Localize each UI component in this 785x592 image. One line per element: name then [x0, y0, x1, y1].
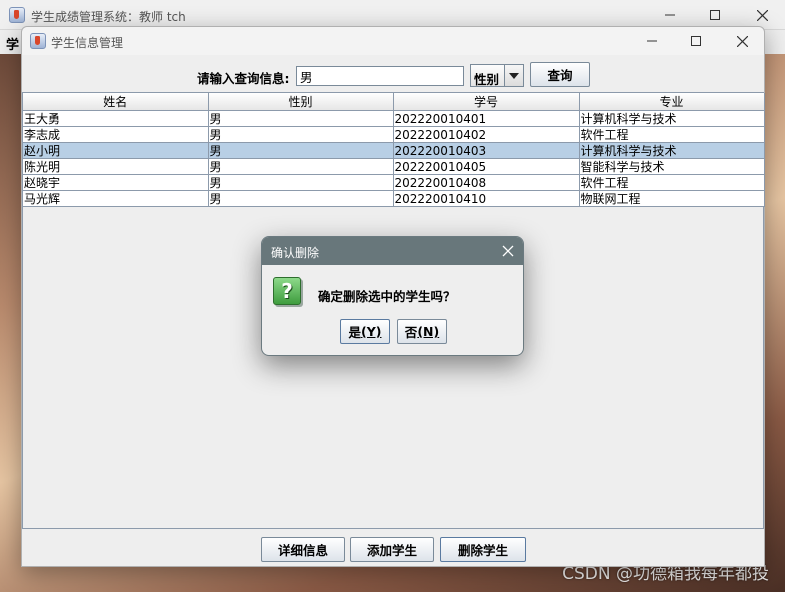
bottom-button-bar: 详细信息 添加学生 删除学生 — [22, 530, 764, 566]
cell-name: 李志成 — [23, 126, 209, 143]
close-icon[interactable] — [501, 244, 515, 258]
info-titlebar: 学生信息管理 — [22, 27, 764, 55]
add-student-button[interactable]: 添加学生 — [350, 537, 434, 562]
field-select-value: 性别 — [474, 72, 500, 87]
table-row-selected[interactable]: 赵小明 男 202220010403 计算机科学与技术 — [23, 142, 765, 159]
cell-major: 软件工程 — [578, 126, 765, 143]
cell-student-id: 202220010410 — [392, 190, 580, 207]
cell-name: 马光辉 — [23, 190, 209, 207]
table-row[interactable]: 马光辉 男 202220010410 物联网工程 — [23, 190, 765, 207]
cell-major: 软件工程 — [578, 174, 765, 191]
search-label: 请输入查询信息: — [197, 71, 290, 86]
cell-major: 计算机科学与技术 — [578, 110, 765, 127]
cell-student-id: 202220010401 — [392, 110, 580, 127]
query-button[interactable]: 查询 — [530, 62, 590, 87]
student-table: 姓名 性别 学号 专业 王大勇 男 202220010401 计算机科学与技术 … — [23, 93, 765, 207]
cell-name: 赵小明 — [23, 142, 209, 159]
cell-name: 赵晓宇 — [23, 174, 209, 191]
no-label: 否 — [404, 325, 418, 340]
cell-student-id: 202220010402 — [392, 126, 580, 143]
cell-major: 智能科学与技术 — [578, 158, 765, 175]
java-app-icon — [30, 33, 46, 49]
search-row: 请输入查询信息: 性别 查询 — [22, 61, 764, 89]
cell-name: 王大勇 — [23, 110, 209, 127]
no-mnemonic: (N) — [417, 324, 440, 339]
cell-gender: 男 — [207, 142, 394, 159]
menu-item-student[interactable]: 学 — [6, 34, 19, 53]
info-window-title: 学生信息管理 — [51, 36, 124, 50]
close-icon[interactable] — [719, 26, 765, 56]
cell-major: 物联网工程 — [578, 190, 765, 207]
table-header-row: 姓名 性别 学号 专业 — [23, 93, 765, 111]
cell-gender: 男 — [207, 174, 394, 191]
yes-button[interactable]: 是 (Y) — [340, 319, 390, 344]
table-row[interactable]: 王大勇 男 202220010401 计算机科学与技术 — [23, 110, 765, 127]
dialog-titlebar: 确认删除 — [262, 237, 523, 265]
cell-student-id: 202220010405 — [392, 158, 580, 175]
detail-button[interactable]: 详细信息 — [261, 537, 345, 562]
dialog-title: 确认删除 — [271, 246, 320, 260]
yes-mnemonic: (Y) — [361, 324, 382, 339]
delete-student-button[interactable]: 删除学生 — [440, 537, 526, 562]
main-window-title: 学生成绩管理系统：教师 tch — [31, 10, 186, 24]
maximize-icon[interactable] — [673, 26, 719, 56]
confirm-delete-dialog: 确认删除 ? 确定删除选中的学生吗？ 是 (Y) 否 (N) — [261, 236, 524, 356]
column-header-major[interactable]: 专业 — [578, 93, 765, 111]
table-row[interactable]: 陈光明 男 202220010405 智能科学与技术 — [23, 158, 765, 175]
field-select[interactable]: 性别 — [470, 64, 524, 87]
search-input[interactable] — [296, 66, 464, 86]
question-icon: ? — [273, 277, 301, 305]
table-row[interactable]: 李志成 男 202220010402 软件工程 — [23, 126, 765, 143]
cell-gender: 男 — [207, 126, 394, 143]
java-app-icon — [9, 7, 25, 23]
cell-gender: 男 — [207, 110, 394, 127]
cell-student-id: 202220010403 — [392, 142, 580, 159]
cell-student-id: 202220010408 — [392, 174, 580, 191]
column-header-name[interactable]: 姓名 — [23, 93, 209, 111]
chevron-down-icon[interactable] — [504, 65, 523, 86]
dialog-message: 确定删除选中的学生吗？ — [318, 289, 456, 304]
cell-gender: 男 — [207, 190, 394, 207]
column-header-student-id[interactable]: 学号 — [392, 93, 580, 111]
no-button[interactable]: 否 (N) — [397, 319, 447, 344]
cell-major: 计算机科学与技术 — [578, 142, 765, 159]
yes-label: 是 — [348, 325, 362, 340]
cell-name: 陈光明 — [23, 158, 209, 175]
column-header-gender[interactable]: 性别 — [207, 93, 394, 111]
minimize-icon[interactable] — [629, 26, 675, 56]
cell-gender: 男 — [207, 158, 394, 175]
table-row[interactable]: 赵晓宇 男 202220010408 软件工程 — [23, 174, 765, 191]
